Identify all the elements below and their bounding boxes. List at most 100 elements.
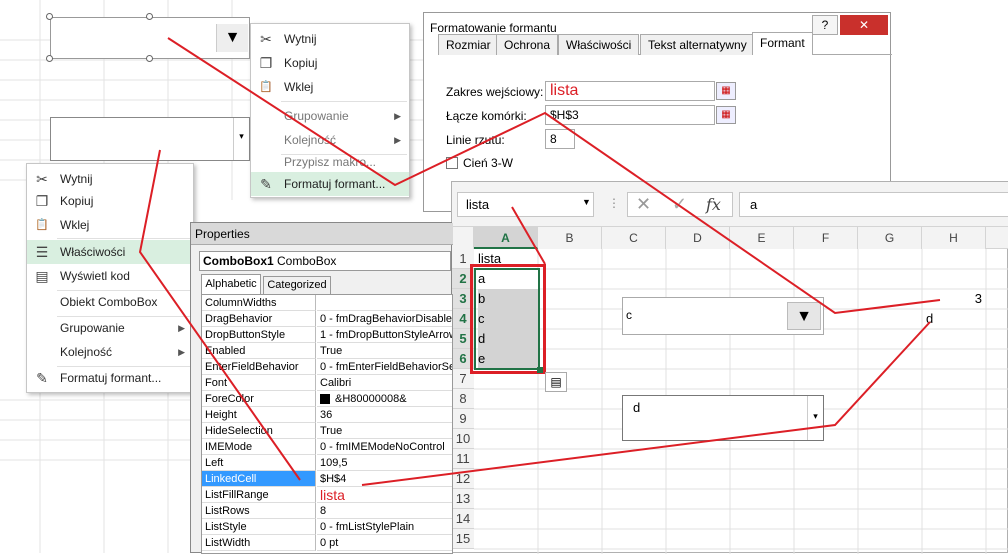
column-header[interactable]: B (538, 227, 602, 249)
property-row[interactable]: Height 36 (202, 407, 452, 423)
dropdown-arrow-icon[interactable]: ▼ (216, 24, 248, 52)
name-box-dropdown-icon[interactable]: ▼ (582, 197, 591, 207)
property-value[interactable] (317, 295, 452, 311)
property-row[interactable]: ListFillRange lista (202, 487, 452, 503)
tab-control[interactable]: Formant (752, 32, 813, 55)
property-row[interactable]: DropButtonStyle 1 - fmDropButtonStyleArro… (202, 327, 452, 343)
property-value[interactable]: 0 - fmEnterFieldBehaviorSel (317, 359, 452, 375)
property-row[interactable]: HideSelection True (202, 423, 452, 439)
tab-alphabetic[interactable]: Alphabetic (201, 274, 261, 294)
resize-handle[interactable] (46, 13, 53, 20)
menu-item-properties[interactable]: ☰ Właściwości (27, 240, 193, 264)
row-header[interactable]: 10 (452, 429, 474, 449)
property-row[interactable]: IMEMode 0 - fmIMEModeNoControl (202, 439, 452, 455)
property-row[interactable]: ListRows 8 (202, 503, 452, 519)
menu-item-order[interactable]: Kolejność ▶ (27, 340, 193, 364)
property-value[interactable]: True (317, 343, 452, 359)
activex-combobox-design[interactable]: ▾ (50, 117, 250, 161)
property-value[interactable]: 8 (317, 503, 452, 519)
property-row[interactable]: ListWidth 0 pt (202, 535, 452, 551)
quick-analysis-icon[interactable]: ▤ (545, 372, 567, 392)
activex-combobox[interactable]: d ▾ (622, 395, 824, 441)
column-header[interactable]: A (474, 227, 538, 249)
cell-H4[interactable]: d (922, 309, 986, 329)
menu-item-cut[interactable]: ✂ Wytnij (27, 167, 193, 191)
property-row[interactable]: Font Calibri (202, 375, 452, 391)
property-value[interactable]: 0 - fmDragBehaviorDisabled (317, 311, 452, 327)
menu-item-copy[interactable]: ❐ Kopiuj (251, 51, 409, 75)
enter-icon[interactable]: ✓ (672, 194, 687, 215)
fill-handle[interactable] (537, 367, 543, 373)
insert-function-icon[interactable]: fx (706, 195, 721, 214)
property-value[interactable]: $H$4 (317, 471, 452, 487)
dropdown-arrow-icon[interactable]: ▾ (807, 396, 823, 440)
tab-categorized[interactable]: Categorized (263, 276, 331, 294)
property-value[interactable]: 36 (317, 407, 452, 423)
resize-handle[interactable] (46, 55, 53, 62)
tab-size[interactable]: Rozmiar (438, 34, 499, 55)
row-header[interactable]: 12 (452, 469, 474, 489)
dropdown-arrow-icon[interactable]: ▼ (787, 302, 821, 330)
menu-item-paste[interactable]: 📋 Wklej (27, 213, 193, 237)
property-value[interactable]: 0 - fmListStylePlain (317, 519, 452, 535)
menu-item-group[interactable]: Grupowanie ▶ (27, 316, 193, 340)
menu-item-view-code[interactable]: ▤ Wyświetl kod (27, 264, 193, 288)
property-row[interactable]: Left 109,5 (202, 455, 452, 471)
form-combobox-selected[interactable]: ▼ (50, 17, 250, 59)
cell-H3[interactable]: 3 (922, 289, 986, 309)
menu-item-group[interactable]: Grupowanie ▶ (251, 104, 409, 128)
resize-handle[interactable] (146, 13, 153, 20)
property-row[interactable]: DragBehavior 0 - fmDragBehaviorDisabled (202, 311, 452, 327)
property-row[interactable]: ForeColor &H80000008& (202, 391, 452, 407)
cancel-icon[interactable]: ✕ (636, 194, 651, 215)
form-combobox[interactable]: c ▼ (622, 297, 824, 335)
property-row[interactable]: ListStyle 0 - fmListStylePlain (202, 519, 452, 535)
row-header[interactable]: 11 (452, 449, 474, 469)
property-row[interactable]: LinkedCell $H$4 (202, 471, 452, 487)
row-header[interactable]: 8 (452, 389, 474, 409)
help-button[interactable]: ? (812, 15, 838, 35)
property-value[interactable]: 0 pt (317, 535, 452, 551)
menu-item-combobox-object[interactable]: Obiekt ComboBox (27, 290, 193, 314)
object-selector[interactable]: ComboBox1 ComboBox (199, 251, 451, 271)
close-button[interactable]: ✕ (840, 15, 888, 35)
formula-input[interactable]: a (739, 192, 1008, 217)
menu-item-paste[interactable]: 📋 Wklej (251, 75, 409, 99)
column-header[interactable]: D (666, 227, 730, 249)
name-box[interactable]: lista (457, 192, 594, 217)
column-header[interactable]: H (922, 227, 986, 249)
menu-item-format-control[interactable]: ✎ Formatuj formant... (251, 172, 409, 196)
property-row[interactable]: EnterFieldBehavior 0 - fmEnterFieldBehavi… (202, 359, 452, 375)
shading-checkbox[interactable] (446, 157, 458, 169)
input-range-field[interactable]: lista (545, 81, 715, 101)
menu-item-copy[interactable]: ❐ Kopiuj (27, 189, 193, 213)
select-all[interactable] (452, 227, 474, 249)
property-value[interactable]: True (317, 423, 452, 439)
property-value[interactable]: 1 - fmDropButtonStyleArrow (317, 327, 452, 343)
column-header[interactable]: C (602, 227, 666, 249)
cell-link-field[interactable]: $H$3 (545, 105, 715, 125)
range-select-icon[interactable]: ▦ (716, 106, 736, 124)
column-header[interactable]: F (794, 227, 858, 249)
resize-handle[interactable] (146, 55, 153, 62)
property-value[interactable]: 0 - fmIMEModeNoControl (317, 439, 452, 455)
range-select-icon[interactable]: ▦ (716, 82, 736, 100)
drop-lines-field[interactable]: 8 (545, 129, 575, 149)
column-header[interactable]: E (730, 227, 794, 249)
tab-properties[interactable]: Właściwości (558, 34, 640, 55)
tab-alt-text[interactable]: Tekst alternatywny (640, 34, 755, 55)
property-value[interactable]: &H80000008& (317, 391, 452, 407)
row-header[interactable]: 14 (452, 509, 474, 529)
property-row[interactable]: Enabled True (202, 343, 452, 359)
menu-item-cut[interactable]: ✂ Wytnij (251, 27, 409, 51)
row-header[interactable]: 15 (452, 529, 474, 549)
column-header[interactable]: G (858, 227, 922, 249)
row-header[interactable]: 13 (452, 489, 474, 509)
row-header[interactable]: 9 (452, 409, 474, 429)
menu-item-assign-macro[interactable]: Przypisz makro... (251, 150, 409, 174)
property-row[interactable]: ColumnWidths (202, 295, 452, 311)
property-value[interactable]: Calibri (317, 375, 452, 391)
property-value[interactable]: lista (317, 487, 452, 503)
tab-protection[interactable]: Ochrona (496, 34, 559, 55)
menu-item-order[interactable]: Kolejność ▶ (251, 128, 409, 152)
